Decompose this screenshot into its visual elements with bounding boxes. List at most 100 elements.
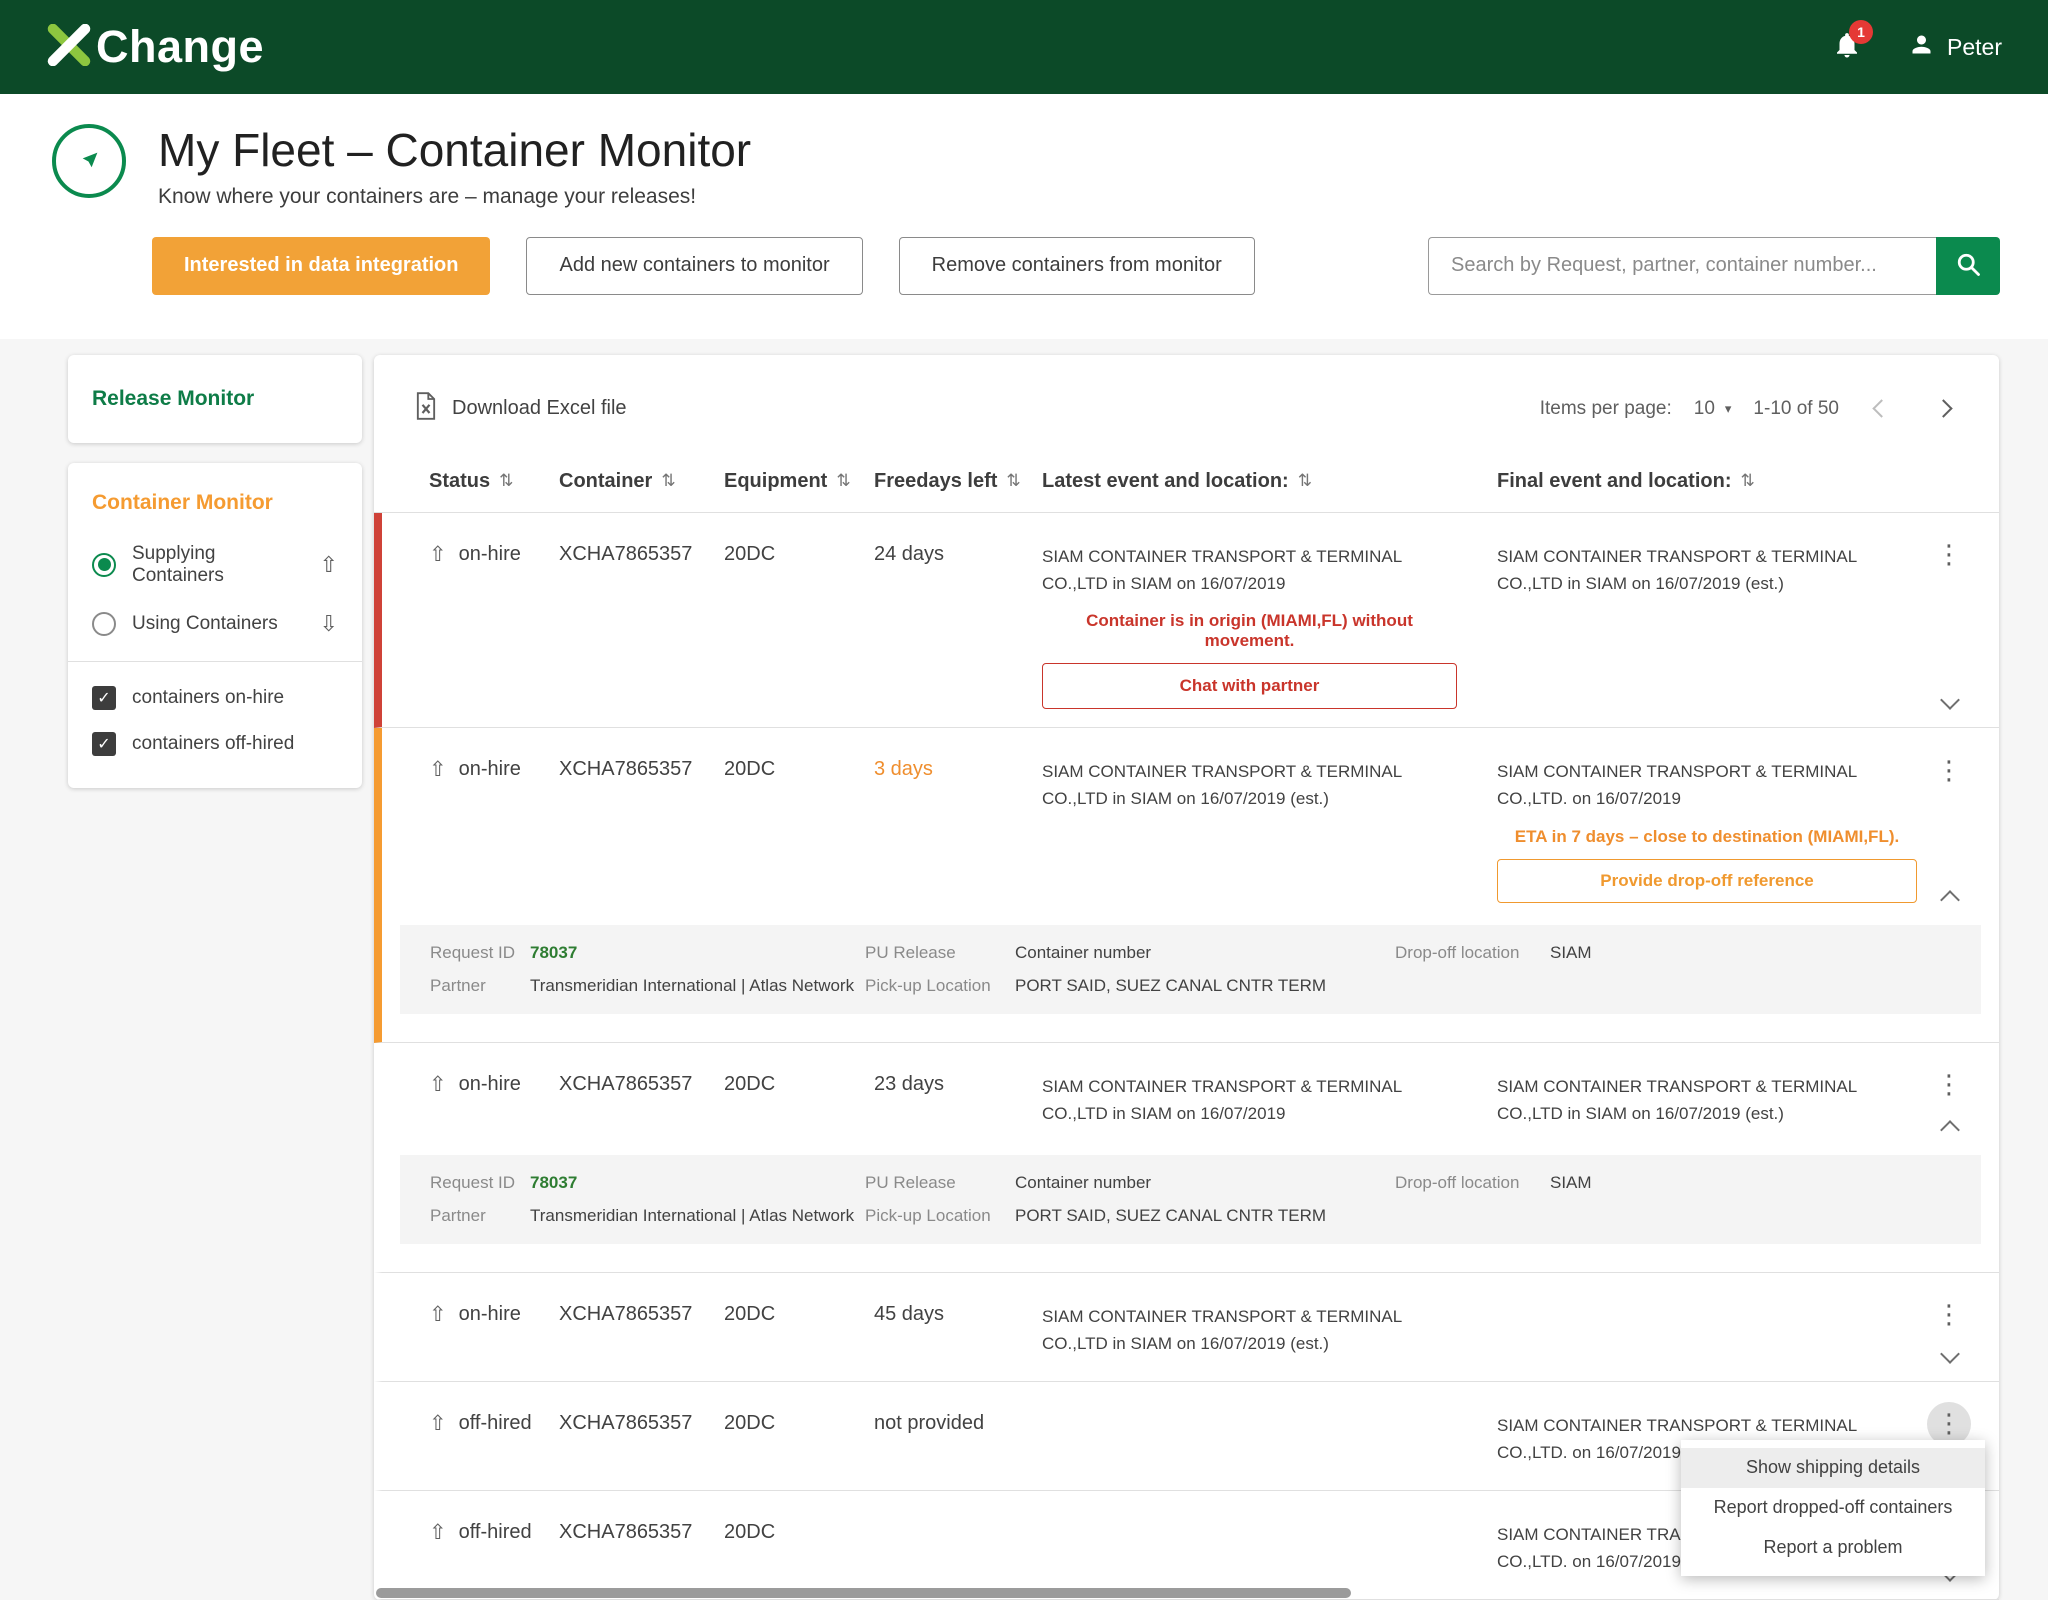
notifications-button[interactable]: 1 bbox=[1832, 29, 1862, 66]
user-icon bbox=[1908, 31, 1935, 64]
notification-badge: 1 bbox=[1849, 20, 1873, 44]
chevron-left-icon bbox=[1872, 400, 1890, 418]
request-id-value[interactable]: 78037 bbox=[530, 1173, 865, 1193]
freedays-left: 3 days bbox=[874, 758, 1042, 902]
xchange-logo[interactable]: Change bbox=[46, 21, 264, 73]
topbar: Change 1 Peter bbox=[0, 0, 2048, 94]
sidebar-item-release-monitor[interactable]: Release Monitor bbox=[68, 355, 362, 443]
data-integration-button[interactable]: Interested in data integration bbox=[152, 237, 490, 295]
radio-selected-icon bbox=[92, 553, 116, 577]
dropoff-location-label: Drop-off location bbox=[1395, 943, 1550, 963]
sort-header-equipment[interactable]: Equipment ⇅ bbox=[724, 470, 874, 493]
user-menu[interactable]: Peter bbox=[1908, 31, 2002, 64]
container-number: XCHA7865357 bbox=[559, 758, 724, 902]
previous-page-button[interactable] bbox=[1861, 389, 1901, 429]
supplying-containers-label: Supplying Containers bbox=[132, 543, 304, 587]
pickup-location-label: Pick-up Location bbox=[865, 976, 1015, 996]
containers-off-hired-checkbox[interactable]: ✓ containers off-hired bbox=[92, 732, 338, 756]
header-label: Status bbox=[429, 470, 490, 493]
latest-event-cell bbox=[1042, 1521, 1497, 1581]
header-label: Freedays left bbox=[874, 470, 997, 493]
sort-header-final-event[interactable]: Final event and location: ⇅ bbox=[1497, 470, 1957, 493]
equipment-type: 20DC bbox=[724, 1521, 874, 1581]
use-arrow-down-icon: ⇩ bbox=[320, 611, 338, 637]
pu-release-label: PU Release bbox=[865, 1173, 1015, 1193]
using-containers-radio[interactable]: Using Containers ⇩ bbox=[92, 611, 338, 637]
sort-icon: ⇅ bbox=[499, 471, 513, 491]
table-row: ⇧ off-hired XCHA7865357 20DC not provide… bbox=[374, 1382, 1999, 1491]
on-hire-filter-label: containers on-hire bbox=[132, 687, 284, 709]
sort-header-container[interactable]: Container ⇅ bbox=[559, 470, 724, 493]
on-hire-icon: ⇧ bbox=[429, 543, 447, 566]
user-name: Peter bbox=[1947, 34, 2002, 61]
table-row: ⇧ on-hire XCHA7865357 20DC 3 days SIAM C… bbox=[374, 728, 1999, 1042]
x-logo-icon bbox=[46, 24, 92, 71]
status-label: on-hire bbox=[459, 758, 521, 781]
release-monitor-label: Release Monitor bbox=[92, 387, 254, 410]
off-hired-filter-label: containers off-hired bbox=[132, 733, 294, 755]
header-label: Final event and location: bbox=[1497, 470, 1731, 493]
dropoff-location-value: SIAM bbox=[1550, 1173, 1981, 1193]
row-actions-kebab-icon[interactable]: ⋮ bbox=[1927, 533, 1971, 577]
row-actions-kebab-icon[interactable]: ⋮ bbox=[1927, 1293, 1971, 1337]
sort-icon: ⇅ bbox=[1006, 471, 1020, 491]
remove-containers-button[interactable]: Remove containers from monitor bbox=[899, 237, 1255, 295]
sort-header-status[interactable]: Status ⇅ bbox=[429, 470, 559, 493]
status-label: on-hire bbox=[459, 1303, 521, 1326]
freedays-left bbox=[874, 1521, 1042, 1581]
final-event-cell: SIAM CONTAINER TRANSPORT & TERMINAL CO.,… bbox=[1497, 758, 1957, 902]
pickup-location-label: Pick-up Location bbox=[865, 1206, 1015, 1226]
sort-header-latest-event[interactable]: Latest event and location: ⇅ bbox=[1042, 470, 1497, 493]
scrollbar-thumb[interactable] bbox=[376, 1588, 1351, 1598]
search-button[interactable] bbox=[1936, 237, 2000, 295]
menu-item-report-dropped-off[interactable]: Report dropped-off containers bbox=[1681, 1488, 1985, 1528]
next-page-button[interactable] bbox=[1923, 389, 1963, 429]
horizontal-scrollbar bbox=[374, 1586, 1999, 1600]
freedays-left: 24 days bbox=[874, 543, 1042, 709]
download-excel-label: Download Excel file bbox=[452, 397, 627, 420]
request-id-label: Request ID bbox=[430, 1173, 530, 1193]
latest-event-cell: SIAM CONTAINER TRANSPORT & TERMINAL CO.,… bbox=[1042, 1073, 1497, 1133]
chat-with-partner-button[interactable]: Chat with partner bbox=[1042, 663, 1457, 709]
final-event-cell: SIAM CONTAINER TRANSPORT & TERMINAL CO.,… bbox=[1497, 543, 1957, 709]
search-input[interactable] bbox=[1428, 237, 1936, 295]
container-number: XCHA7865357 bbox=[559, 1303, 724, 1363]
containers-on-hire-checkbox[interactable]: ✓ containers on-hire bbox=[92, 686, 338, 710]
partner-label: Partner bbox=[430, 976, 530, 996]
freedays-left: 23 days bbox=[874, 1073, 1042, 1133]
bell-icon bbox=[1832, 48, 1862, 65]
status-label: on-hire bbox=[459, 1073, 521, 1096]
row-actions-kebab-icon[interactable]: ⋮ bbox=[1927, 748, 1971, 792]
supplying-containers-radio[interactable]: Supplying Containers ⇧ bbox=[92, 543, 338, 587]
header-label: Latest event and location: bbox=[1042, 470, 1289, 493]
latest-event-text: SIAM CONTAINER TRANSPORT & TERMINAL CO.,… bbox=[1042, 1073, 1457, 1127]
items-per-page-select[interactable]: 10 ▾ bbox=[1694, 398, 1732, 420]
menu-item-report-problem[interactable]: Report a problem bbox=[1681, 1528, 1985, 1568]
release-detail-panel: Request ID 78037 PU Release Container nu… bbox=[400, 1155, 1981, 1244]
items-per-page-value: 10 bbox=[1694, 398, 1715, 420]
container-number: XCHA7865357 bbox=[559, 1521, 724, 1581]
compass-icon bbox=[52, 124, 126, 198]
sort-icon: ⇅ bbox=[661, 471, 675, 491]
final-event-text: SIAM CONTAINER TRANSPORT & TERMINAL CO.,… bbox=[1497, 758, 1917, 812]
sidebar-item-container-monitor[interactable]: Container Monitor bbox=[92, 491, 338, 515]
sort-icon: ⇅ bbox=[1298, 471, 1312, 491]
using-containers-label: Using Containers bbox=[132, 613, 278, 635]
menu-item-show-shipping-details[interactable]: Show shipping details bbox=[1681, 1448, 1985, 1488]
sort-header-freedays[interactable]: Freedays left ⇅ bbox=[874, 470, 1042, 493]
pickup-location-value: PORT SAID, SUEZ CANAL CNTR TERM bbox=[1015, 976, 1395, 996]
row-actions-kebab-icon[interactable]: ⋮ bbox=[1927, 1063, 1971, 1107]
table-row: ⇧ on-hire XCHA7865357 20DC 23 days SIAM … bbox=[374, 1043, 1999, 1273]
partner-value: Transmeridian International | Atlas Netw… bbox=[530, 976, 865, 996]
request-id-value[interactable]: 78037 bbox=[530, 943, 865, 963]
release-detail-panel: Request ID 78037 PU Release Container nu… bbox=[400, 925, 1981, 1014]
search-icon bbox=[1954, 250, 1982, 281]
equipment-type: 20DC bbox=[724, 1073, 874, 1133]
freedays-left: not provided bbox=[874, 1412, 1042, 1472]
off-hired-icon: ⇧ bbox=[429, 1412, 447, 1435]
provide-dropoff-reference-button[interactable]: Provide drop-off reference bbox=[1497, 859, 1917, 903]
add-containers-button[interactable]: Add new containers to monitor bbox=[526, 237, 862, 295]
pu-release-label: PU Release bbox=[865, 943, 1015, 963]
download-excel-button[interactable]: Download Excel file bbox=[414, 392, 627, 426]
divider bbox=[68, 661, 362, 662]
